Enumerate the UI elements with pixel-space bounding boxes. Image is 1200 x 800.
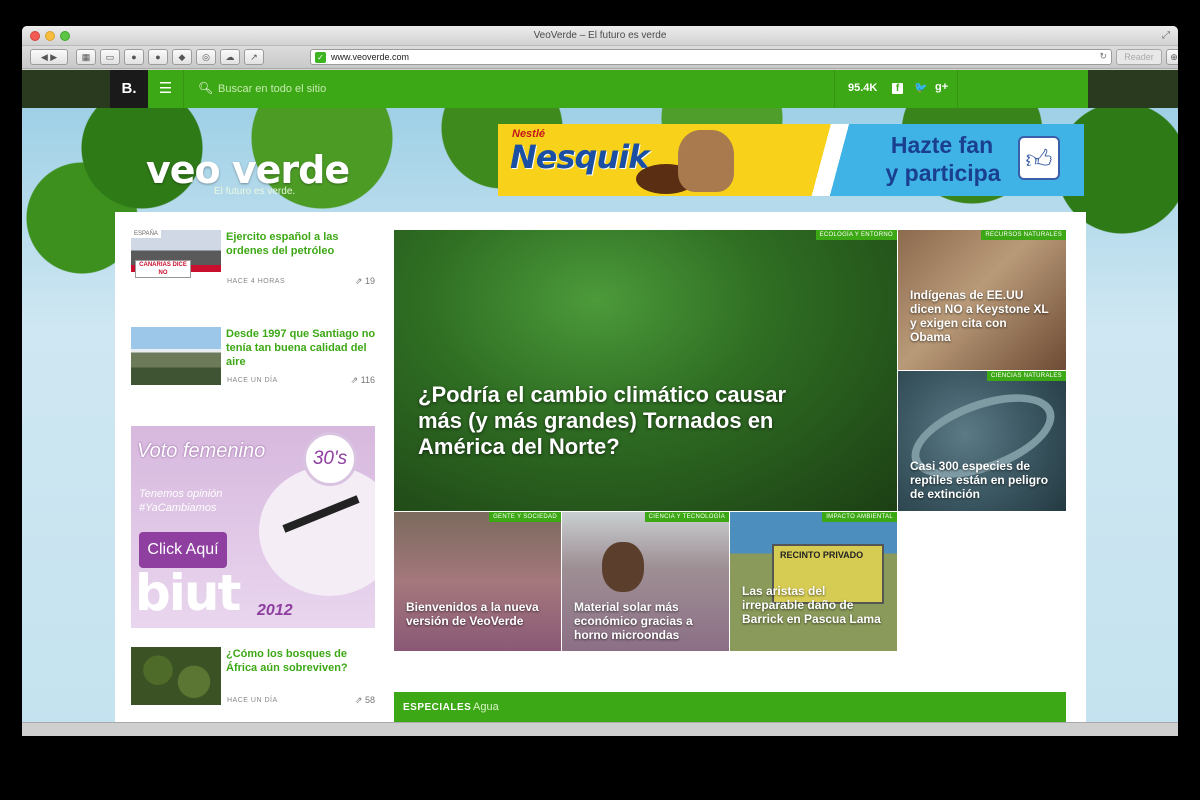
person-image [602, 542, 644, 592]
site-favicon-icon: ✓ [315, 52, 326, 63]
content-panel: ESPAÑA CANARIAS DICE NO Ejercito español… [115, 212, 1086, 736]
article-tile[interactable]: RECURSOS NATURALES Indígenas de EE.UU di… [898, 230, 1066, 370]
category-tag[interactable]: CIENCIAS NATURALES [987, 371, 1066, 381]
ad-click-button[interactable]: Click Aquí [139, 532, 227, 568]
share-count[interactable]: ⇗ 58 [355, 695, 375, 706]
ad-cta-line-1: Hazte fan [890, 132, 994, 158]
sidebar-article[interactable]: ESPAÑA CANARIAS DICE NO Ejercito español… [131, 230, 375, 290]
category-tag[interactable]: IMPACTO AMBIENTAL [822, 512, 897, 522]
downloads-icon[interactable]: ⊕ [1166, 49, 1178, 65]
ad-brand: biut [135, 564, 241, 622]
featured-title[interactable]: ¿Podría el cambio climático causar más (… [418, 382, 798, 460]
article-title[interactable]: Ejercito español a las ordenes del petró… [226, 230, 376, 258]
bunny-mascot-image [678, 130, 734, 192]
featured-article[interactable]: ECOLOGÍA Y ENTORNO ¿Podría el cambio cli… [394, 230, 897, 511]
screen: VeoVerde – El futuro es verde ⤢ ◀ ▶ ▦ ▭ … [0, 0, 1200, 800]
facebook-icon[interactable]: f [892, 83, 903, 94]
back-forward-button[interactable]: ◀ ▶ [30, 49, 68, 65]
article-tile[interactable]: CIENCIA Y TECNOLOGÍA Material solar más … [562, 512, 729, 651]
ad-year: 2012 [257, 602, 293, 619]
ad-cta-line-2: y participa [885, 160, 1001, 186]
nesquik-ad-banner[interactable]: Nestlé Nesquik Hazte fan y participa 👍︎ [498, 124, 1084, 196]
follower-count: 95.4K [848, 82, 878, 94]
fullscreen-icon[interactable]: ⤢ [1162, 30, 1170, 41]
article-title[interactable]: Desde 1997 que Santiago no tenía tan bue… [226, 327, 376, 369]
share-count[interactable]: ⇗ 116 [351, 375, 375, 386]
extension-icon[interactable]: ◆ [172, 49, 192, 65]
ad-title: Voto femenino [137, 440, 266, 462]
share-icon: ⇗ [350, 375, 359, 385]
sign-text: RECINTO PRIVADO [780, 550, 864, 560]
share-icon: ⇗ [354, 695, 363, 705]
sidebar-article[interactable]: ¿Cómo los bosques de África aún sobreviv… [131, 647, 375, 707]
reader-button[interactable]: Reader [1116, 49, 1162, 65]
tile-title[interactable]: Bienvenidos a la nueva versión de VeoVer… [406, 600, 546, 628]
url-text: www.veoverde.com [331, 52, 410, 62]
share-count-value: 19 [364, 276, 375, 286]
address-bar[interactable]: ✓ www.veoverde.com ↻ [310, 49, 1112, 65]
tile-title[interactable]: Material solar más económico gracias a h… [574, 600, 719, 642]
extension-icon[interactable]: ● [124, 49, 144, 65]
network-logo[interactable]: B. [110, 70, 148, 108]
extension-icon[interactable]: ● [148, 49, 168, 65]
window-title: VeoVerde – El futuro es verde [533, 30, 667, 41]
browser-toolbar: ◀ ▶ ▦ ▭ ● ● ◆ ◎ ☁ ↗ ✓ www.veoverde.com ↻… [22, 46, 1178, 69]
nav-dark-panel [22, 70, 110, 108]
biut-ad[interactable]: Voto femenino 30's Tenemos opinión #YaCa… [131, 426, 375, 628]
tile-title[interactable]: Casi 300 especies de reptiles están en p… [910, 459, 1060, 501]
especiales-bar[interactable]: ESPECIALES Agua [394, 692, 1066, 722]
sidebar-icon[interactable]: ▭ [100, 49, 120, 65]
article-time: HACE 4 HORAS [227, 278, 286, 285]
browser-window: VeoVerde – El futuro es verde ⤢ ◀ ▶ ▦ ▭ … [22, 26, 1178, 736]
category-tag[interactable]: GENTE Y SOCIEDAD [489, 512, 561, 522]
share-count-value: 116 [360, 375, 375, 385]
ad-subtitle: Tenemos opinión [139, 488, 223, 500]
nav-dark-panel [1088, 70, 1178, 108]
share-icon[interactable]: ↗ [244, 49, 264, 65]
tile-title[interactable]: Las aristas del irreparable daño de Barr… [742, 584, 882, 626]
search-input[interactable] [218, 79, 518, 99]
article-tile[interactable]: CIENCIAS NATURALES Casi 300 especies de … [898, 371, 1066, 511]
article-tile[interactable]: RECINTO PRIVADO IMPACTO AMBIENTAL Las ar… [730, 512, 897, 651]
share-count[interactable]: ⇗ 19 [355, 276, 375, 287]
hamburger-icon[interactable]: ☰ [148, 70, 184, 108]
article-thumbnail[interactable] [131, 647, 221, 705]
reload-icon[interactable]: ↻ [1099, 51, 1107, 62]
show-all-tabs-icon[interactable]: ▦ [76, 49, 96, 65]
sidebar-article[interactable]: Desde 1997 que Santiago no tenía tan bue… [131, 327, 375, 387]
article-tile[interactable]: GENTE Y SOCIEDAD Bienvenidos a la nueva … [394, 512, 561, 651]
ad-badge: 30's [303, 432, 357, 486]
ad-brand: Nesquik [510, 138, 649, 176]
share-icon: ⇗ [354, 276, 363, 286]
category-tag[interactable]: RECURSOS NATURALES [981, 230, 1066, 240]
site-navbar: B. ☰ 🔍︎ 95.4K f 🐦 g+ [22, 70, 1178, 108]
google-plus-icon[interactable]: g+ [935, 81, 948, 93]
ad-decorative-circle [259, 466, 375, 596]
article-title[interactable]: ¿Cómo los bosques de África aún sobreviv… [226, 647, 376, 675]
tile-title[interactable]: Indígenas de EE.UU dicen NO a Keystone X… [910, 288, 1050, 344]
extension-icon[interactable]: ◎ [196, 49, 216, 65]
web-page: B. ☰ 🔍︎ 95.4K f 🐦 g+ veo verde El futuro… [22, 70, 1178, 736]
especiales-label: ESPECIALES [403, 702, 472, 713]
twitter-icon[interactable]: 🐦 [914, 81, 928, 94]
window-bottom-bar [22, 722, 1178, 736]
article-thumbnail[interactable] [131, 327, 221, 385]
article-category-tag: ESPAÑA [131, 230, 161, 238]
ad-hashtag: #YaCambiamos [139, 502, 217, 514]
site-tagline: El futuro es verde. [214, 186, 296, 197]
article-time: HACE UN DÍA [227, 697, 278, 704]
search-icon: 🔍︎ [198, 81, 214, 95]
title-bar: VeoVerde – El futuro es verde ⤢ [22, 26, 1178, 46]
article-time: HACE UN DÍA [227, 377, 278, 384]
especiales-topic[interactable]: Agua [473, 701, 499, 713]
thumbs-up-icon: 👍︎ [1018, 136, 1060, 180]
category-tag[interactable]: CIENCIA Y TECNOLOGÍA [644, 512, 729, 522]
cloud-icon[interactable]: ☁ [220, 49, 240, 65]
category-tag[interactable]: ECOLOGÍA Y ENTORNO [815, 230, 897, 240]
share-count-value: 58 [364, 695, 375, 705]
article-thumbnail[interactable]: ESPAÑA CANARIAS DICE NO [131, 230, 221, 288]
protest-sign-image: CANARIAS DICE NO [135, 260, 191, 278]
